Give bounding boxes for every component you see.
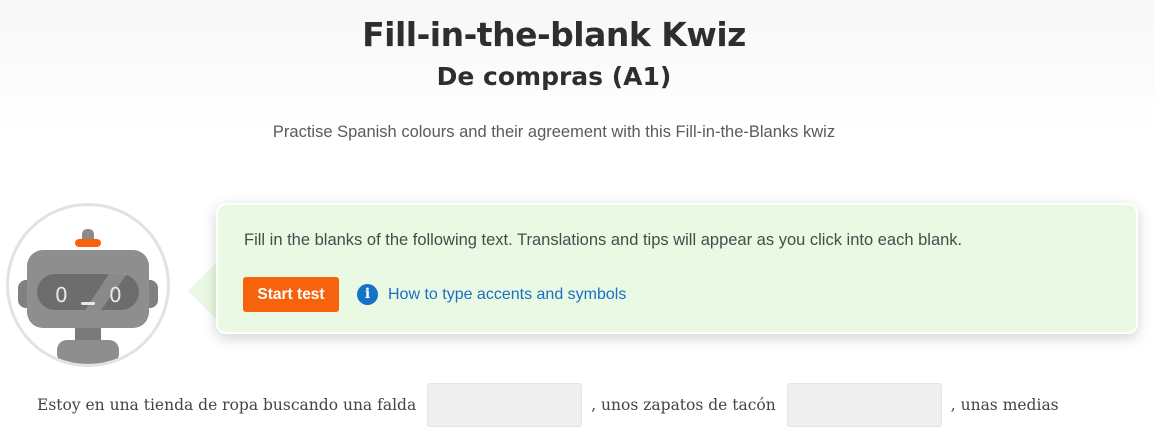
instructions-text: Fill in the blanks of the following text… xyxy=(244,231,963,249)
info-icon: i xyxy=(357,284,378,305)
page-subtitle: De compras (A1) xyxy=(436,62,672,91)
exercise-text: Estoy en una tienda de ropa buscando una… xyxy=(37,382,1059,428)
instructions-panel: Fill in the blanks of the following text… xyxy=(216,203,1138,334)
blank-input-2[interactable] xyxy=(786,383,942,427)
accents-help-link[interactable]: How to type accents and symbols xyxy=(388,284,626,305)
exercise-segment: , unas medias xyxy=(950,396,1059,414)
svg-text:0: 0 xyxy=(55,283,68,307)
svg-text:0: 0 xyxy=(109,283,122,307)
blank-input-1[interactable] xyxy=(427,383,583,427)
exercise-segment: Estoy en una tienda de ropa buscando una… xyxy=(37,396,417,414)
robot-avatar-icon: 0 0 xyxy=(6,203,170,367)
exercise-segment: , unos zapatos de tacón xyxy=(591,396,776,414)
page-description: Practise Spanish colours and their agree… xyxy=(272,123,836,141)
info-box-pointer xyxy=(188,261,218,321)
start-test-button[interactable]: Start test xyxy=(243,277,339,312)
page-title: Fill-in-the-blank Kwiz xyxy=(362,15,746,54)
